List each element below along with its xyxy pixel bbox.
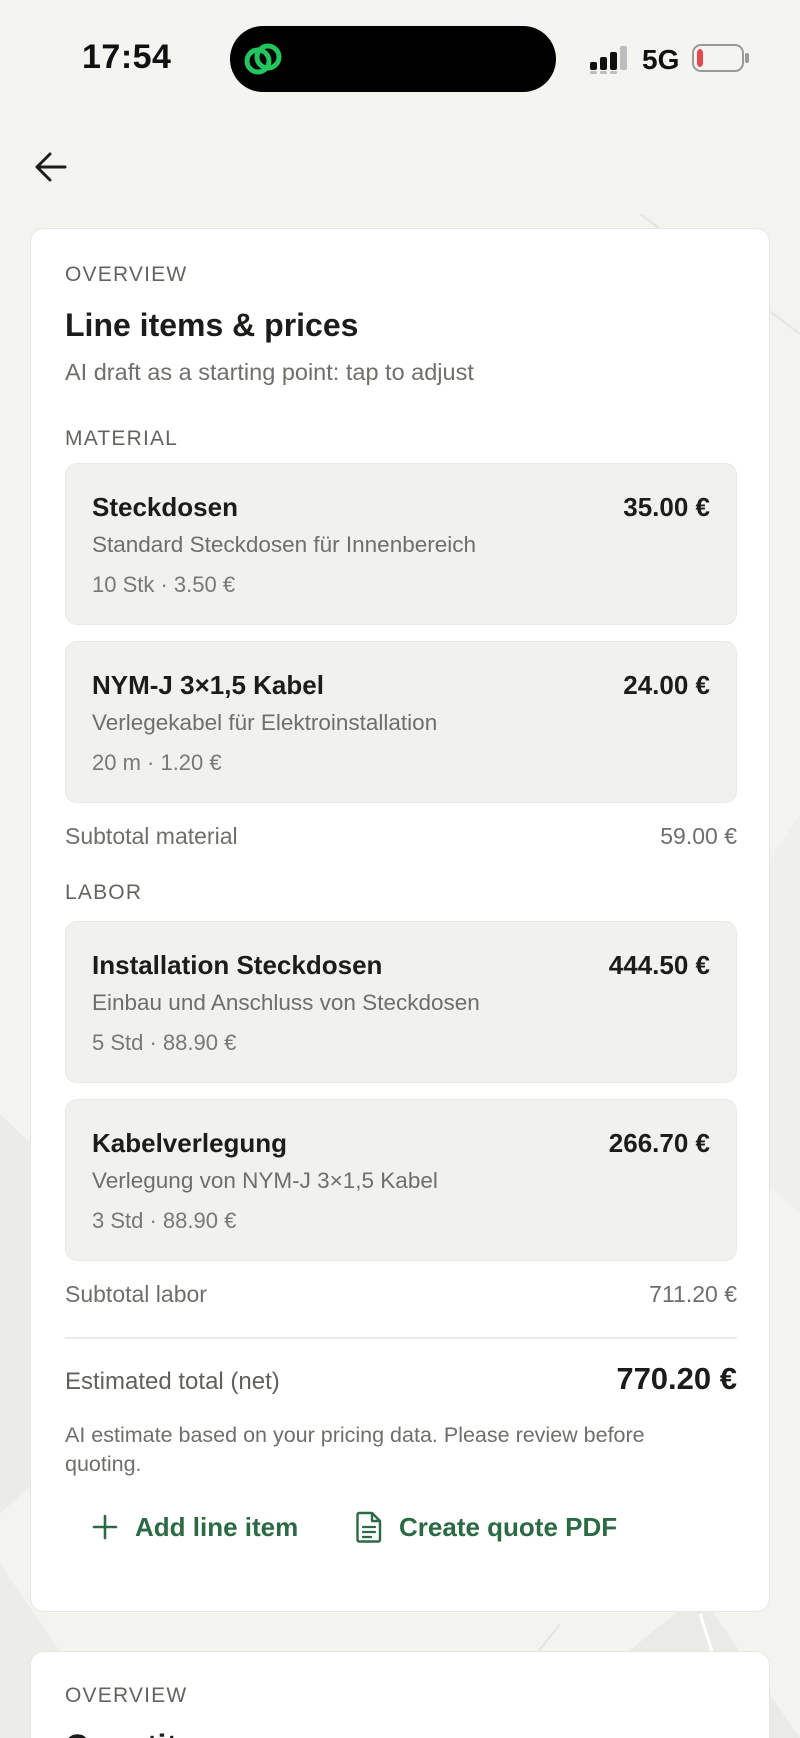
line-items-card: OVERVIEW Line items & prices AI draft as… xyxy=(30,228,770,1612)
quantity-card: OVERVIEW Quantit xyxy=(30,1651,770,1738)
document-icon xyxy=(353,1511,385,1543)
line-item-name: Kabelverlegung xyxy=(92,1128,288,1158)
card-subtitle: AI draft as a starting point: tap to adj… xyxy=(65,359,474,385)
plus-icon xyxy=(89,1511,121,1543)
status-time: 17:54 xyxy=(82,38,172,76)
line-item-name: NYM-J 3×1,5 Kabel xyxy=(92,670,324,700)
line-item-quantity: 10 Stk · 3.50 € xyxy=(92,572,236,597)
line-item-price: 24.00 € xyxy=(623,670,710,700)
status-bar: 17:54 5G xyxy=(0,0,800,120)
battery-icon xyxy=(692,44,749,72)
line-item[interactable]: Kabelverlegung 266.70 € Verlegung von NY… xyxy=(65,1099,737,1261)
add-line-item-button[interactable]: Add line item xyxy=(89,1499,298,1555)
line-item-description: Standard Steckdosen für Innenbereich xyxy=(92,532,477,557)
line-item-name: Installation Steckdosen xyxy=(92,950,383,980)
line-item-price: 444.50 € xyxy=(608,950,710,980)
line-item-quantity: 3 Std · 88.90 € xyxy=(92,1208,237,1233)
line-item-price: 35.00 € xyxy=(623,492,710,522)
subtotal-material-label: Subtotal material xyxy=(65,823,238,849)
subtotal-labor-value: 711.20 € xyxy=(649,1281,737,1307)
network-type: 5G xyxy=(642,44,680,75)
line-item[interactable]: NYM-J 3×1,5 Kabel 24.00 € Verlegekabel f… xyxy=(65,641,737,803)
line-item-description: Verlegekabel für Elektroinstallation xyxy=(92,710,438,735)
top-bar xyxy=(0,120,800,214)
line-item-description: Verlegung von NYM-J 3×1,5 Kabel xyxy=(92,1168,438,1193)
divider xyxy=(65,1337,737,1339)
line-item-name: Steckdosen xyxy=(92,492,238,522)
estimated-total-label: Estimated total (net) xyxy=(65,1368,280,1395)
card-eyebrow: OVERVIEW xyxy=(65,263,188,286)
line-item-price: 266.70 € xyxy=(608,1128,710,1158)
signal-strength-icon xyxy=(590,46,627,74)
link-logo-icon xyxy=(244,43,282,75)
add-line-item-label: Add line item xyxy=(135,1511,299,1542)
back-button[interactable] xyxy=(22,138,80,196)
line-item[interactable]: Steckdosen 35.00 € Standard Steckdosen f… xyxy=(65,463,737,625)
create-quote-pdf-button[interactable]: Create quote PDF xyxy=(353,1499,617,1555)
estimated-total-value: 770.20 € xyxy=(616,1361,737,1396)
card-eyebrow: OVERVIEW xyxy=(65,1684,188,1707)
dynamic-island xyxy=(230,26,556,92)
line-item-description: Einbau und Anschluss von Steckdosen xyxy=(92,990,480,1015)
subtotal-labor-label: Subtotal labor xyxy=(65,1281,207,1307)
subtotal-material-value: 59.00 € xyxy=(660,823,737,849)
card-title: Quantit xyxy=(65,1728,177,1738)
create-quote-pdf-label: Create quote PDF xyxy=(399,1511,618,1542)
section-label-labor: LABOR xyxy=(65,881,143,904)
line-item[interactable]: Installation Steckdosen 444.50 € Einbau … xyxy=(65,921,737,1083)
line-item-quantity: 20 m · 1.20 € xyxy=(92,750,222,775)
line-item-quantity: 5 Std · 88.90 € xyxy=(92,1030,237,1055)
ai-disclaimer: AI estimate based on your pricing data. … xyxy=(65,1423,645,1476)
arrow-left-icon xyxy=(35,152,67,182)
section-label-material: MATERIAL xyxy=(65,427,179,450)
screen: 17:54 5G OVERVIEW Line items & prices AI… xyxy=(0,0,800,1738)
card-title: Line items & prices xyxy=(65,307,359,343)
